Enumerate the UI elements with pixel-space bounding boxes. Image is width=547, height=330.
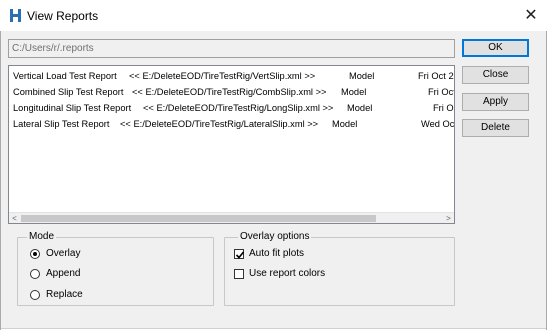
list-item[interactable]: Combined Slip Test Report << E:/DeleteEO… xyxy=(13,86,455,98)
checked-icon xyxy=(234,249,245,259)
report-name: Combined Slip Test Report xyxy=(13,87,124,97)
unchecked-icon xyxy=(234,269,244,279)
report-date: Wed Oc xyxy=(421,119,455,129)
report-type: Model xyxy=(341,87,367,97)
overlay-options-group: Overlay options Auto fit plots Use repor… xyxy=(224,231,455,306)
report-name: Longitudinal Slip Test Report xyxy=(13,103,132,113)
overlay-options-label: Overlay options xyxy=(238,231,312,243)
report-name: Vertical Load Test Report xyxy=(13,71,117,81)
report-path: << E:/DeleteEOD/TireTestRig/CombSlip.xml… xyxy=(132,87,327,97)
scroll-left-icon[interactable]: < xyxy=(9,213,20,223)
report-date: Fri O xyxy=(433,103,454,113)
ok-button[interactable]: OK xyxy=(462,39,529,57)
radio-selected-icon xyxy=(30,249,40,259)
reports-path-field[interactable]: C:/Users/r/.reports xyxy=(8,39,455,58)
radio-icon xyxy=(30,269,40,279)
report-path: << E:/DeleteEOD/TireTestRig/LateralSlip.… xyxy=(120,119,319,129)
report-path: << E:/DeleteEOD/TireTestRig/LongSlip.xml… xyxy=(143,103,334,113)
report-type: Model xyxy=(332,119,358,129)
mode-group-label: Mode xyxy=(27,231,57,243)
close-button[interactable]: Close xyxy=(462,66,529,84)
report-date: Fri Oct 29 xyxy=(418,71,455,81)
horizontal-scrollbar[interactable]: < > xyxy=(9,212,454,223)
window-title: View Reports xyxy=(27,9,99,23)
report-date: Fri Oct xyxy=(428,87,455,97)
checkbox-label: Use report colors xyxy=(249,268,326,279)
list-item[interactable]: Vertical Load Test Report << E:/DeleteEO… xyxy=(13,70,455,82)
report-name: Lateral Slip Test Report xyxy=(13,119,110,129)
radio-label: Overlay xyxy=(46,248,81,259)
h-app-icon xyxy=(10,9,21,22)
list-item[interactable]: Lateral Slip Test Report << E:/DeleteEOD… xyxy=(13,118,455,130)
close-icon[interactable]: ✕ xyxy=(523,6,539,24)
title-bar[interactable]: View Reports ✕ xyxy=(0,0,547,31)
report-type: Model xyxy=(347,103,373,113)
reports-list[interactable]: Vertical Load Test Report << E:/DeleteEO… xyxy=(8,65,455,224)
scroll-thumb[interactable] xyxy=(21,215,376,222)
radio-label: Append xyxy=(46,268,81,279)
list-item[interactable]: Longitudinal Slip Test Report << E:/Dele… xyxy=(13,102,454,114)
report-path: << E:/DeleteEOD/TireTestRig/VertSlip.xml… xyxy=(129,71,316,81)
mode-group: Mode Overlay Append Replace xyxy=(17,231,214,306)
radio-label: Replace xyxy=(46,289,83,300)
apply-button[interactable]: Apply xyxy=(462,93,529,111)
radio-icon xyxy=(30,290,40,300)
report-type: Model xyxy=(349,71,375,81)
delete-button[interactable]: Delete xyxy=(462,119,529,137)
scroll-right-icon[interactable]: > xyxy=(443,213,454,223)
checkbox-label: Auto fit plots xyxy=(249,248,305,259)
